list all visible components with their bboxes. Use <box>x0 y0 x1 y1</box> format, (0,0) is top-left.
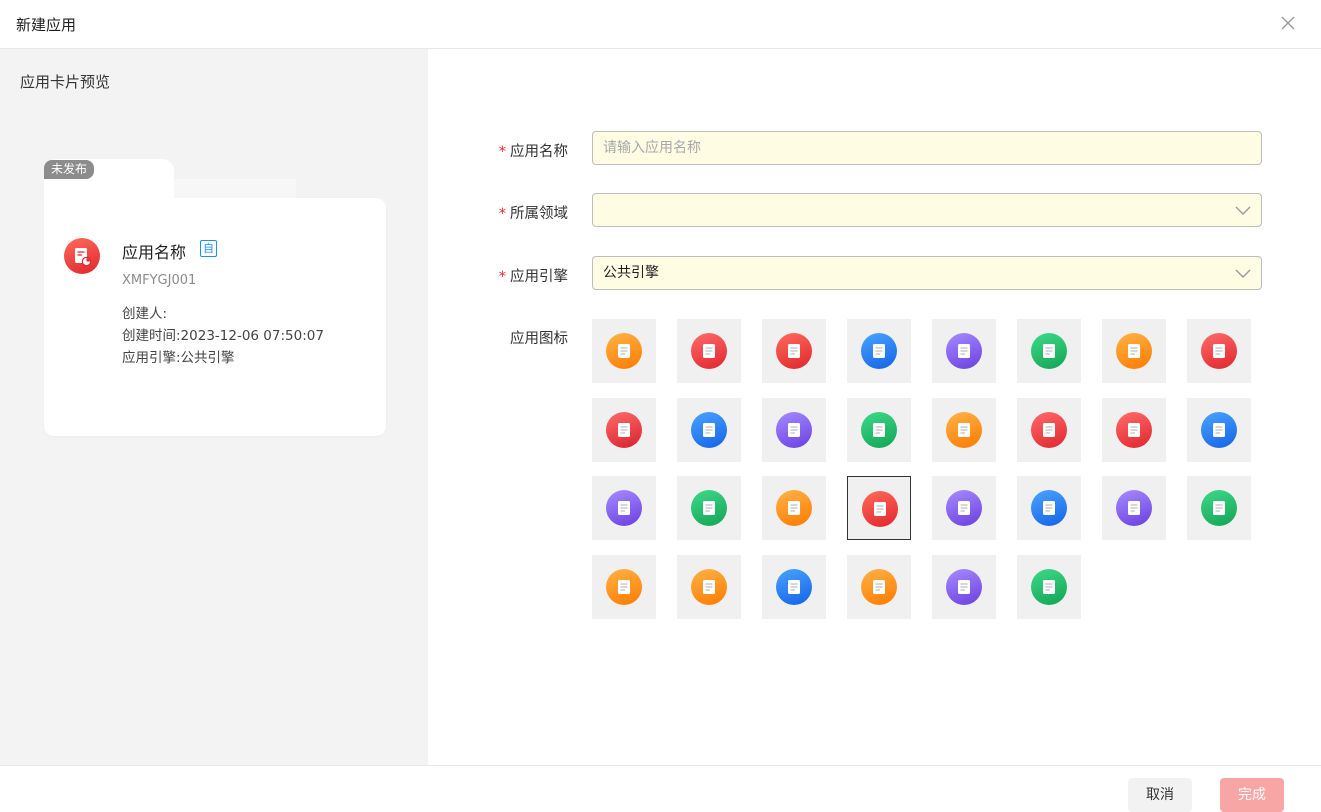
icon-option[interactable] <box>1102 319 1166 383</box>
icon-option[interactable] <box>932 554 996 619</box>
icon-option[interactable] <box>847 397 911 462</box>
icon-option[interactable] <box>847 319 911 383</box>
toolbox-icon <box>606 333 642 369</box>
app-name: 应用名称 <box>122 243 187 262</box>
clipboard-plus-icon <box>1116 333 1152 369</box>
folder-gear-icon <box>1031 333 1067 369</box>
calculator-icon <box>691 490 727 526</box>
app-code: XMFYGJ001 <box>122 273 197 288</box>
close-icon[interactable] <box>1277 12 1299 34</box>
area-chart-icon <box>946 568 982 605</box>
icon-option[interactable] <box>762 554 826 619</box>
icon-option[interactable] <box>1187 319 1251 383</box>
bar-chart-alt-icon <box>861 568 897 605</box>
magnifier-icon <box>606 568 642 605</box>
memo-icon <box>1031 568 1067 605</box>
briefcase-icon <box>776 411 812 448</box>
icon-option[interactable] <box>677 554 741 619</box>
inbox-icon <box>946 490 982 526</box>
doc-search-icon <box>1116 490 1152 526</box>
name-input[interactable] <box>603 133 1251 163</box>
icon-option[interactable] <box>1187 397 1251 462</box>
icon-option[interactable] <box>1102 476 1166 540</box>
creator-line: 创建人: <box>122 306 168 322</box>
text-doc-icon <box>776 568 812 605</box>
bar-chart-icon <box>691 568 727 605</box>
icon-option[interactable] <box>762 397 826 462</box>
icon-option[interactable] <box>592 554 656 619</box>
icon-option[interactable] <box>762 319 826 383</box>
file-icon <box>776 490 812 526</box>
icon-option[interactable] <box>1017 397 1081 462</box>
icon-option[interactable] <box>677 476 741 540</box>
engine-select[interactable]: 公共引擎 <box>592 256 1262 290</box>
engine-line: 应用引擎:公共引擎 <box>122 350 235 366</box>
document-icon <box>1201 411 1237 448</box>
self-tag: 自 <box>200 240 217 257</box>
clipboard-add-icon <box>946 411 982 448</box>
status-badge: 未发布 <box>44 160 95 179</box>
icon-label: 应用图标 <box>510 331 568 347</box>
app-avatar <box>64 238 100 274</box>
chevron-down-icon <box>1235 269 1251 278</box>
chevron-down-icon <box>1235 206 1251 215</box>
icon-option[interactable] <box>592 476 656 540</box>
clipboard-list-icon <box>691 411 727 448</box>
icon-option[interactable] <box>1017 319 1081 383</box>
created-time-line: 创建时间:2023-12-06 07:50:07 <box>122 328 324 344</box>
dialog-header: 新建应用 <box>0 0 1321 49</box>
domain-label: * 所属领域 <box>498 206 568 222</box>
icon-option[interactable] <box>592 319 656 383</box>
clipboard-pen-icon <box>776 333 812 369</box>
icon-option[interactable] <box>592 397 656 462</box>
box-down-icon <box>1201 333 1237 369</box>
grid-icon <box>1116 411 1152 448</box>
doc-check-icon <box>1031 490 1067 526</box>
dialog-title: 新建应用 <box>16 16 77 34</box>
book-icon <box>861 411 897 448</box>
form-panel: *应用名称 *所属领域 *应用引擎 公共引擎 应用图标 <box>428 49 1321 765</box>
icon-option[interactable] <box>1102 397 1166 462</box>
chart-board-icon <box>606 411 642 448</box>
icon-option[interactable] <box>932 397 996 462</box>
icon-option[interactable] <box>847 554 911 619</box>
icon-option[interactable] <box>932 476 996 540</box>
file-chart-icon <box>75 248 92 267</box>
icon-option[interactable] <box>1017 476 1081 540</box>
engine-value: 公共引擎 <box>603 265 659 281</box>
icon-option[interactable] <box>677 397 741 462</box>
note-icon <box>1201 490 1237 526</box>
ok-button[interactable]: 完成 <box>1220 778 1284 812</box>
engine-label: * 应用引擎 <box>498 269 568 285</box>
clipboard-check-icon <box>946 333 982 369</box>
icon-option[interactable] <box>1017 554 1081 619</box>
form-icon <box>606 490 642 526</box>
icon-option[interactable] <box>1187 476 1251 540</box>
file-chart-icon <box>862 491 898 527</box>
icon-option[interactable] <box>677 319 741 383</box>
dialog-footer: 取消 完成 <box>0 765 1321 812</box>
name-field[interactable] <box>592 131 1262 165</box>
domain-select[interactable] <box>592 193 1262 227</box>
doc-gear-icon <box>861 333 897 369</box>
preview-panel: 应用卡片预览 应用名称 自 XMFYGJ001 创建人: 创建时间:2023-1… <box>0 49 428 765</box>
monitor-icon <box>691 333 727 369</box>
icon-option[interactable] <box>932 319 996 383</box>
icon-option[interactable] <box>847 476 911 540</box>
name-label: * 应用名称 <box>498 144 568 160</box>
app-preview-card: 应用名称 自 XMFYGJ001 创建人: 创建时间:2023-12-06 07… <box>44 198 386 436</box>
new-app-dialog: 新建应用 应用卡片预览 应用名称 自 XMFYGJ001 创建人: 创建时间:2… <box>0 0 1321 812</box>
preview-title: 应用卡片预览 <box>20 73 111 91</box>
package-icon <box>1031 411 1067 448</box>
cancel-button[interactable]: 取消 <box>1128 778 1192 812</box>
icon-option[interactable] <box>762 476 826 540</box>
